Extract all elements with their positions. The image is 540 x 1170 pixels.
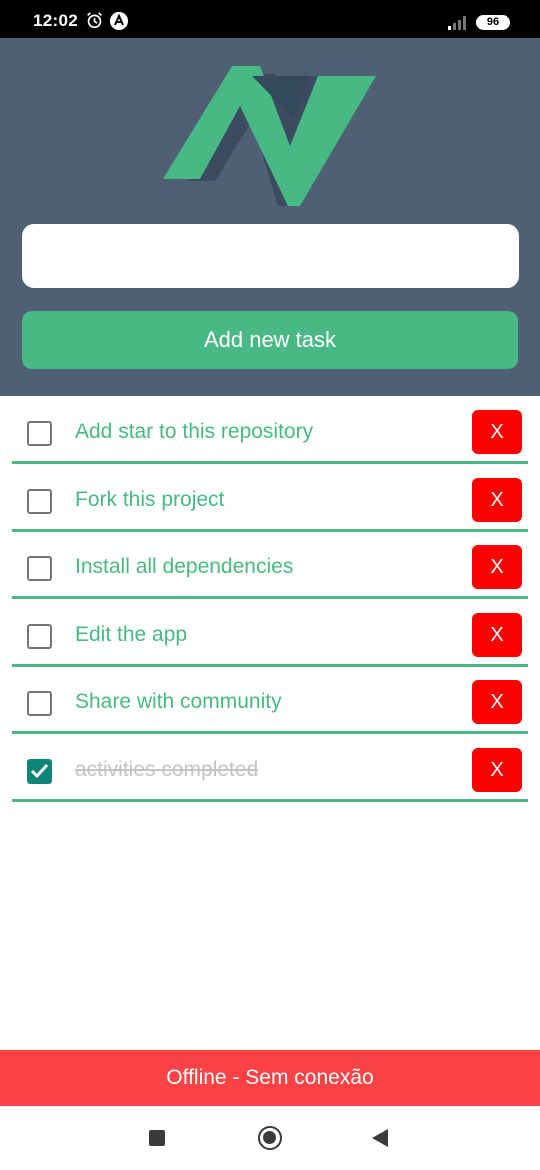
task-list: Add star to this repository X Fork this … bbox=[0, 396, 540, 802]
alarm-icon bbox=[87, 12, 102, 29]
task-item: activities completed X bbox=[0, 734, 540, 802]
battery-icon: 96 bbox=[476, 15, 510, 30]
app-header: Add new task bbox=[0, 38, 540, 396]
checkmark-icon bbox=[30, 763, 49, 778]
app-notification-icon bbox=[110, 12, 128, 30]
task-checkbox[interactable] bbox=[27, 623, 52, 649]
status-time: 12:02 bbox=[33, 11, 78, 30]
task-label: Edit the app bbox=[75, 622, 188, 646]
offline-banner: Offline - Sem conexão bbox=[0, 1050, 540, 1106]
task-label: Install all dependencies bbox=[75, 555, 294, 578]
system-nav-bar bbox=[0, 1106, 540, 1170]
task-item: Share with community X bbox=[0, 666, 540, 734]
divider bbox=[12, 798, 528, 802]
task-checkbox[interactable] bbox=[27, 556, 52, 581]
task-item: Add star to this repository X bbox=[0, 396, 540, 464]
task-label: Fork this project bbox=[75, 487, 225, 511]
recents-icon[interactable] bbox=[149, 1130, 165, 1146]
delete-task-button[interactable]: X bbox=[472, 477, 522, 522]
task-label: Add star to this repository bbox=[75, 420, 314, 443]
task-checkbox-checked[interactable] bbox=[27, 758, 52, 784]
home-icon[interactable] bbox=[258, 1126, 282, 1150]
task-label: Share with community bbox=[75, 690, 282, 713]
task-item: Fork this project X bbox=[0, 464, 540, 532]
delete-task-button[interactable]: X bbox=[472, 545, 522, 589]
task-checkbox[interactable] bbox=[27, 691, 52, 716]
task-checkbox[interactable] bbox=[27, 488, 52, 514]
add-task-button[interactable]: Add new task bbox=[22, 311, 518, 369]
delete-task-button[interactable]: X bbox=[472, 410, 522, 454]
status-bar: 12:02 96 bbox=[0, 0, 540, 38]
back-icon[interactable] bbox=[372, 1129, 388, 1147]
task-label: activities completed bbox=[75, 757, 259, 781]
vue-logo bbox=[163, 66, 376, 206]
delete-task-button[interactable]: X bbox=[472, 747, 522, 792]
delete-task-button[interactable]: X bbox=[472, 680, 522, 724]
signal-icon bbox=[448, 16, 466, 30]
task-item: Install all dependencies X bbox=[0, 531, 540, 599]
task-item: Edit the app X bbox=[0, 599, 540, 667]
task-input[interactable] bbox=[22, 224, 519, 288]
delete-task-button[interactable]: X bbox=[472, 612, 522, 657]
task-checkbox[interactable] bbox=[27, 421, 52, 446]
